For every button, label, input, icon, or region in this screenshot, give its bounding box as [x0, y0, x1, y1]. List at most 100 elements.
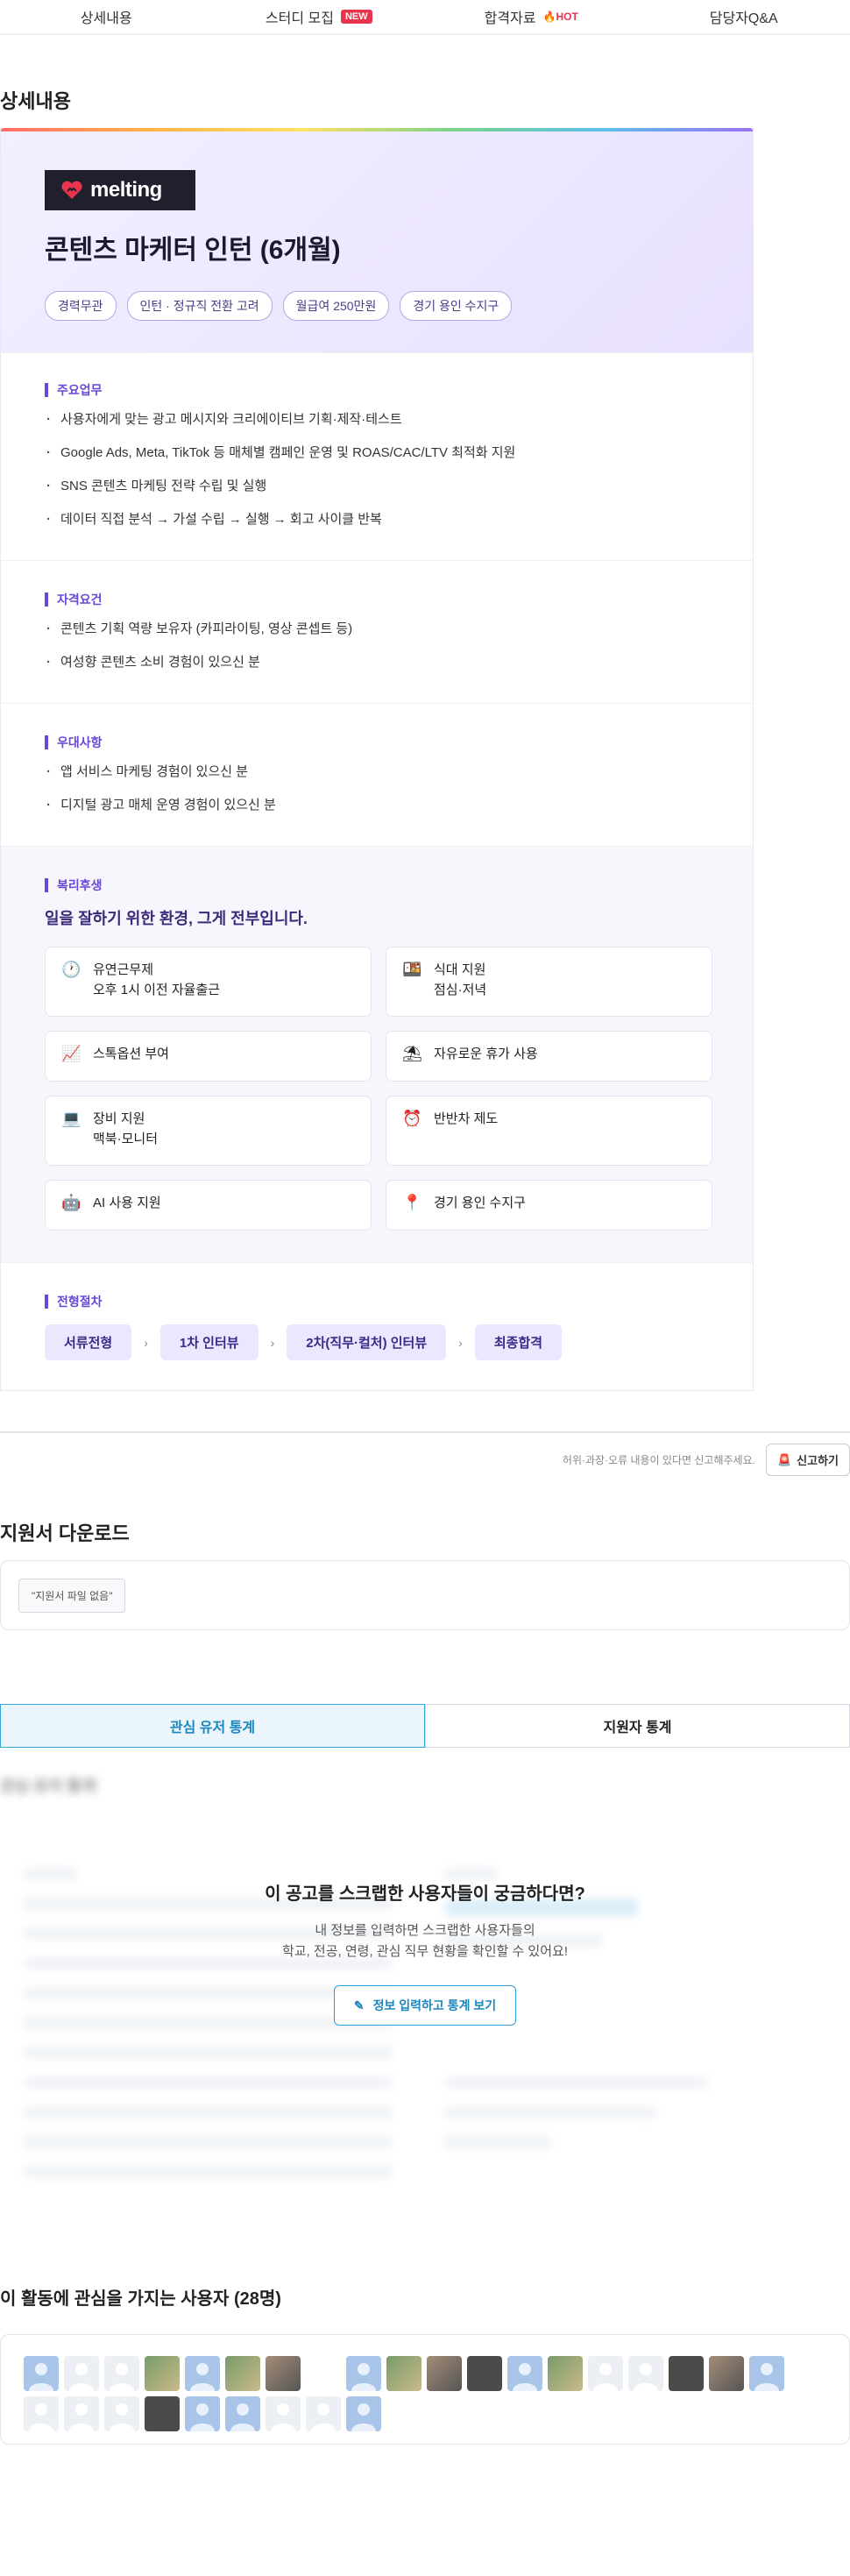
nav-tab-qna[interactable]: 담당자Q&A [638, 6, 850, 27]
avatar[interactable] [628, 2356, 663, 2391]
interested-users-box [0, 2334, 850, 2445]
company-logo: melting [45, 170, 195, 210]
avatar[interactable] [266, 2396, 301, 2431]
benefits-grid: 🕐 유연근무제 오후 1시 이전 자율출근 🍱 식대 지원 점심·저녁 📈 스톡옵션… [45, 947, 712, 1231]
avatar[interactable] [225, 2396, 260, 2431]
avatar[interactable] [588, 2356, 623, 2391]
process-steps: 서류전형 › 1차 인터뷰 › 2차(직무·컬처) 인터뷰 › 최종합격 [45, 1324, 709, 1360]
robot-icon: 🤖 [61, 1194, 81, 1211]
benefits-headline: 일을 잘하기 위한 환경, 그게 전부입니다. [45, 910, 308, 927]
job-title: 콘텐츠 마케터 인턴 (6개월) [45, 236, 341, 265]
detail-section-title: 상세내용 [0, 90, 71, 112]
list-item: Google Ads, Meta, TikTok 등 매체별 캠페인 운영 및 … [45, 444, 709, 462]
download-box: "지원서 파일 없음" [0, 1560, 850, 1630]
list-item: 사용자에게 맞는 광고 메시지와 크리에이티브 기획·제작·테스트 [45, 411, 709, 429]
process-label: 전형절차 [45, 1295, 709, 1309]
nav-tab-pass-materials[interactable]: 합격자료 🔥HOT [425, 6, 638, 27]
interested-users-title: 이 활동에 관심을 가지는 사용자 (28명) [0, 2289, 281, 2309]
tab-applicant-stats[interactable]: 지원자 통계 [425, 1704, 850, 1748]
job-tag: 경기 용인 수지구 [400, 291, 513, 321]
benefit-card: 🤖 AI 사용 지원 [45, 1180, 372, 1231]
avatar[interactable] [306, 2396, 341, 2431]
nav-tab-label: 스터디 모집 [265, 11, 334, 26]
avatar-list [24, 2356, 795, 2431]
avatar[interactable] [548, 2356, 583, 2391]
process-step: 1차 인터뷰 [159, 1324, 259, 1360]
stats-panel: 관심 유저 통계 이 공고를 스크랩한 사용자들이 궁금하다면? 내 정보를 입… [0, 1748, 850, 2274]
avatar[interactable] [709, 2356, 744, 2391]
chevron-right-icon: › [144, 1335, 148, 1350]
pin-icon: 📍 [402, 1194, 422, 1211]
download-title: 지원서 다운로드 [0, 1522, 130, 1544]
avatar[interactable] [346, 2396, 381, 2431]
benefit-card: ⛱ 자유로운 휴가 사용 [386, 1031, 712, 1082]
report-button[interactable]: 🚨 신고하기 [765, 1444, 850, 1476]
job-tags: 경력무관 인턴 · 정규직 전환 고려 월급여 250만원 경기 용인 수지구 [45, 291, 709, 321]
benefit-card: 💻 장비 지원 맥북·모니터 [45, 1096, 372, 1166]
siren-icon: 🚨 [776, 1452, 792, 1466]
nav-tab-label: 상세내용 [80, 11, 132, 26]
avatar[interactable] [749, 2356, 784, 2391]
avatar[interactable] [467, 2356, 502, 2391]
benefit-card: ⏰ 반반차 제도 [386, 1096, 712, 1166]
benefit-card: 🍱 식대 지원 점심·저녁 [386, 947, 712, 1017]
avatar[interactable] [64, 2356, 99, 2391]
avatar[interactable] [386, 2356, 421, 2391]
view-stats-button[interactable]: ✎ 정보 입력하고 통계 보기 [333, 1985, 517, 2026]
qualifications-block: 자격요건 콘텐츠 기획 역량 보유자 (카피라이팅, 영상 콘셉트 등) 여성향… [1, 560, 753, 703]
avatar[interactable] [104, 2396, 139, 2431]
preferred-block: 우대사항 앱 서비스 마케팅 경험이 있으신 분 디지털 광고 매체 운영 경험… [1, 703, 753, 846]
benefit-card: 📍 경기 용인 수지구 [386, 1180, 712, 1231]
heart-logo-icon [61, 181, 82, 199]
no-file-label: "지원서 파일 없음" [18, 1578, 126, 1613]
avatar[interactable] [669, 2356, 704, 2391]
job-tag: 인턴 · 정규직 전환 고려 [126, 291, 273, 321]
list-item: 앱 서비스 마케팅 경험이 있으신 분 [45, 763, 709, 781]
nav-tab-detail[interactable]: 상세내용 [0, 6, 213, 27]
job-tag: 경력무관 [45, 291, 117, 321]
avatar[interactable] [507, 2356, 542, 2391]
process-block: 전형절차 서류전형 › 1차 인터뷰 › 2차(직무·컬처) 인터뷰 › 최종합… [1, 1262, 753, 1390]
avatar[interactable] [145, 2356, 180, 2391]
avatar[interactable] [427, 2356, 462, 2391]
duties-list: 사용자에게 맞는 광고 메시지와 크리에이티브 기획·제작·테스트 Google… [45, 411, 709, 529]
alarm-icon: ⏰ [402, 1110, 422, 1127]
list-item: 디지털 광고 매체 운영 경험이 있으신 분 [45, 797, 709, 814]
section-divider [0, 1431, 850, 1433]
nav-tab-label: 합격자료 [484, 11, 536, 26]
clock-icon: 🕐 [61, 961, 81, 978]
fire-icon: 🔥 [542, 11, 556, 23]
nav-tab-label: 담당자Q&A [709, 11, 778, 26]
avatar[interactable] [145, 2396, 180, 2431]
meal-icon: 🍱 [402, 961, 422, 978]
overlay-description: 내 정보를 입력하면 스크랩한 사용자들의 학교, 전공, 연령, 관심 직무 … [281, 1923, 568, 1959]
avatar[interactable] [266, 2356, 301, 2391]
laptop-icon: 💻 [61, 1110, 81, 1127]
process-step: 2차(직무·컬처) 인터뷰 [287, 1324, 447, 1360]
chevron-right-icon: › [458, 1335, 463, 1350]
avatar[interactable] [185, 2396, 220, 2431]
beach-icon: ⛱ [402, 1045, 422, 1062]
avatar[interactable] [346, 2356, 381, 2391]
list-item: 데이터 직접 분석 → 가설 수립 → 실행 → 회고 사이클 반복 [45, 511, 709, 529]
avatar[interactable] [64, 2396, 99, 2431]
avatar[interactable] [24, 2356, 59, 2391]
tab-interested-users-stats[interactable]: 관심 유저 통계 [0, 1704, 425, 1748]
avatar[interactable] [24, 2396, 59, 2431]
avatar[interactable] [185, 2356, 220, 2391]
process-step: 서류전형 [45, 1324, 132, 1360]
avatar[interactable] [225, 2356, 260, 2391]
avatar[interactable] [104, 2356, 139, 2391]
list-item: 여성향 콘텐츠 소비 경험이 있으신 분 [45, 654, 709, 671]
preferred-label: 우대사항 [45, 735, 709, 749]
nav-tab-study[interactable]: 스터디 모집 NEW [213, 6, 426, 27]
pencil-icon: ✎ [353, 1998, 365, 2012]
new-badge: NEW [340, 10, 372, 24]
blurred-stats-title: 관심 유저 통계 [0, 1778, 96, 1795]
stats-tabs: 관심 유저 통계 지원자 통계 [0, 1704, 850, 1748]
avatar[interactable] [306, 2356, 341, 2391]
report-hint: 허위·과장·오류 내용이 있다면 신고해주세요. [562, 1454, 755, 1466]
stats-locked-overlay: 이 공고를 스크랩한 사용자들이 궁금하다면? 내 정보를 입력하면 스크랩한 … [0, 1879, 850, 2026]
benefit-card: 🕐 유연근무제 오후 1시 이전 자율출근 [45, 947, 372, 1017]
list-item: 콘텐츠 기획 역량 보유자 (카피라이팅, 영상 콘셉트 등) [45, 621, 709, 638]
